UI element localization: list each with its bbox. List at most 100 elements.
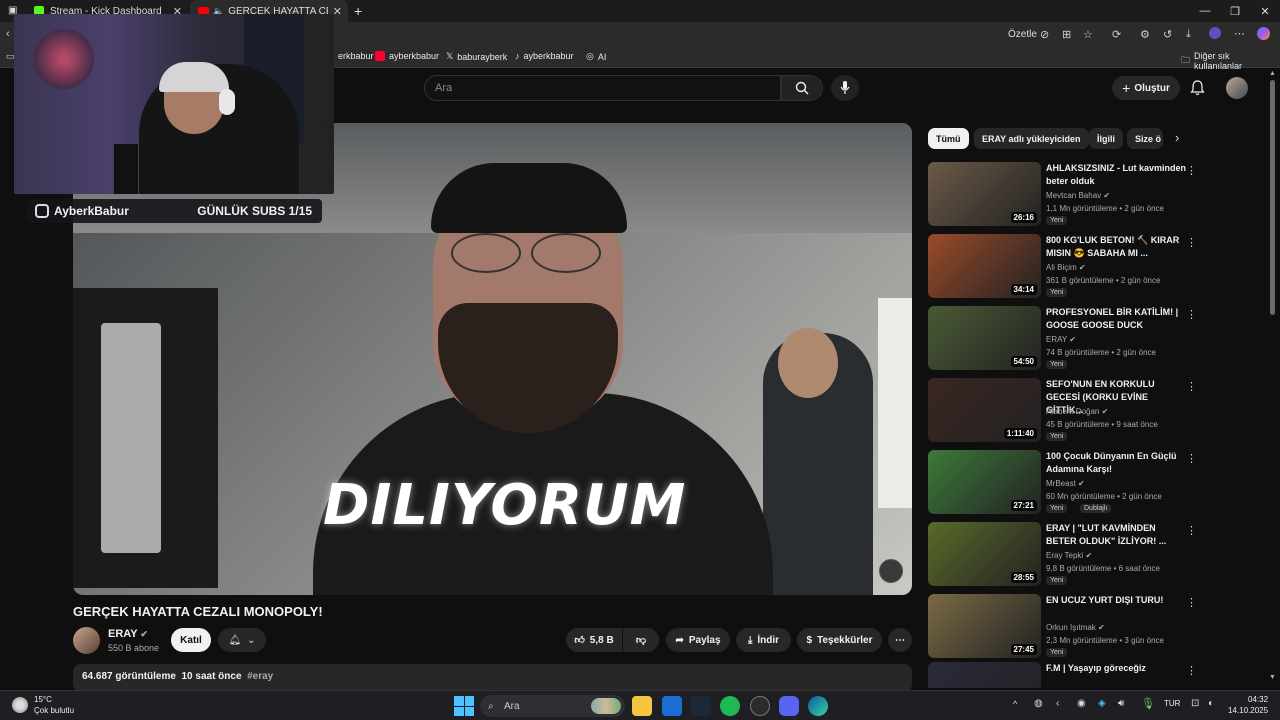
copilot-icon[interactable]: [1257, 27, 1270, 40]
suggestion-thumbnail[interactable]: 27:21: [928, 450, 1041, 514]
other-bookmarks[interactable]: 🗀 Diğer sık kullanılanlar: [1181, 51, 1280, 71]
search-button[interactable]: [781, 75, 823, 101]
profile-avatar-icon[interactable]: [1209, 27, 1221, 39]
suggestion-channel[interactable]: Eray Tepki ✔: [1046, 551, 1092, 560]
join-button[interactable]: Katıl: [171, 628, 211, 652]
close-icon[interactable]: ✕: [333, 5, 342, 18]
chip-from-uploader[interactable]: ERAY adlı yükleyiciden: [974, 128, 1089, 149]
like-button[interactable]: 👍︎ 5,8 B: [566, 628, 622, 652]
scroll-up-icon[interactable]: ▲: [1269, 70, 1276, 77]
tray-icon[interactable]: ◍: [1034, 698, 1043, 709]
suggestion-item[interactable]: 34:14 800 KG'LUK BETON! 🔨 KIRAR MISIN 😎 S…: [928, 234, 1268, 298]
suggestion-title[interactable]: ERAY | "LUT KAVMİNDEN BETER OLDUK" İZLİY…: [1046, 522, 1186, 548]
steam-icon[interactable]: [691, 696, 711, 716]
extensions-icon[interactable]: ⚙: [1140, 28, 1150, 41]
suggestion-thumbnail[interactable]: 34:14: [928, 234, 1041, 298]
suggestion-title[interactable]: AHLAKSIZSINIZ - Lut kavminden beter oldu…: [1046, 162, 1186, 188]
grid-icon[interactable]: ⊞: [1062, 28, 1071, 41]
taskbar-search[interactable]: ⌕ Ara: [480, 695, 625, 717]
minimize-icon[interactable]: —: [1188, 0, 1222, 22]
notifications-button[interactable]: [1190, 80, 1205, 101]
scrollbar-thumb[interactable]: [1270, 80, 1275, 315]
more-vert-icon[interactable]: ⋮: [1186, 524, 1197, 537]
suggestion-title[interactable]: EN UCUZ YURT DIŞI TURU!: [1046, 594, 1186, 607]
dislike-button[interactable]: 👎︎: [623, 628, 659, 652]
network-icon[interactable]: ⊡: [1191, 698, 1199, 709]
more-vert-icon[interactable]: ⋮: [1186, 380, 1197, 393]
restore-icon[interactable]: ❐: [1218, 0, 1252, 22]
clock[interactable]: 04:32 14.10.2025: [1228, 694, 1268, 716]
description-box[interactable]: 64.687 görüntüleme 10 saat önce #eray: [73, 664, 912, 692]
bookmark-item[interactable]: ayberkbabur: [375, 51, 439, 61]
channel-avatar[interactable]: [73, 627, 100, 654]
share-button[interactable]: ➦ Paylaş: [666, 628, 730, 652]
suggestion-item[interactable]: 26:16 AHLAKSIZSINIZ - Lut kavminden beter…: [928, 162, 1268, 226]
more-vert-icon[interactable]: ⋮: [1186, 308, 1197, 321]
voice-search-button[interactable]: [831, 75, 859, 101]
bookmark-item[interactable]: erkbabur: [338, 51, 374, 61]
chip-for-you[interactable]: Size ö: [1127, 128, 1163, 149]
suggestion-channel[interactable]: Ali Biçim ✔: [1046, 263, 1086, 272]
steam-tray-icon[interactable]: ◈: [1098, 698, 1106, 709]
bookmark-item[interactable]: 𝕏 baburayberk: [446, 51, 507, 62]
suggestion-thumbnail[interactable]: 26:16: [928, 162, 1041, 226]
more-vert-icon[interactable]: ⋮: [1186, 664, 1197, 677]
chevron-right-icon[interactable]: ›: [1175, 130, 1179, 145]
suggestion-thumbnail[interactable]: 1:11:40: [928, 378, 1041, 442]
suggestion-thumbnail[interactable]: [928, 662, 1041, 688]
download-button[interactable]: ⤓ İndir: [736, 628, 791, 652]
suggestion-channel[interactable]: Ataberk Doğan ✔: [1046, 407, 1108, 416]
more-icon[interactable]: ⋯: [1234, 27, 1245, 40]
suggestion-channel[interactable]: MrBeast ✔: [1046, 479, 1085, 488]
suggestion-item[interactable]: 54:50 PROFESYONEL BİR KATİLİM! | GOOSE GO…: [928, 306, 1268, 370]
new-tab-icon[interactable]: +: [354, 3, 362, 19]
reader-icon[interactable]: ⊘: [1040, 28, 1049, 41]
download-icon[interactable]: ⤓: [1186, 28, 1191, 41]
photos-icon[interactable]: [662, 696, 682, 716]
suggestion-title[interactable]: 800 KG'LUK BETON! 🔨 KIRAR MISIN 😎 SABAHA…: [1046, 234, 1186, 260]
chip-related[interactable]: İlgili: [1089, 128, 1123, 149]
language-indicator[interactable]: TUR: [1164, 699, 1180, 708]
microphone-icon[interactable]: 🎙︎: [1141, 697, 1155, 710]
suggestion-item[interactable]: 27:45 EN UCUZ YURT DIŞI TURU! Orkun Işıtma…: [928, 594, 1268, 658]
tray-chevron-icon[interactable]: ^: [1013, 699, 1017, 709]
suggestion-item[interactable]: F.M | Yaşayıp göreceğizMind Vorteks ✔⋮: [928, 662, 1268, 688]
channel-name[interactable]: ERAY ✔: [108, 628, 148, 640]
favorite-star-icon[interactable]: ☆: [1083, 28, 1093, 41]
create-button[interactable]: + Oluştur: [1112, 76, 1180, 100]
suggestion-title[interactable]: PROFESYONEL BİR KATİLİM! | GOOSE GOOSE D…: [1046, 306, 1186, 332]
channel-watermark[interactable]: [879, 559, 903, 583]
subscription-bell-button[interactable]: 🔔︎ ⌄: [218, 628, 266, 652]
close-window-icon[interactable]: ✕: [1248, 0, 1280, 22]
volume-icon[interactable]: 🔊︎: [1118, 698, 1124, 709]
suggestion-title[interactable]: 100 Çocuk Dünyanın En Güçlü Adamına Karş…: [1046, 450, 1186, 476]
suggestion-item[interactable]: 1:11:40 SEFO'NUN EN KORKULU GECESİ (KORKU…: [928, 378, 1268, 442]
weather-widget[interactable]: 15°C Çok bulutlu: [12, 694, 74, 716]
suggestion-item[interactable]: 27:21 100 Çocuk Dünyanın En Güçlü Adamına…: [928, 450, 1268, 514]
scroll-down-icon[interactable]: ▼: [1269, 674, 1276, 681]
chip-all[interactable]: Tümü: [928, 128, 969, 149]
profile-label[interactable]: Özetle: [1008, 29, 1037, 40]
bookmark-item[interactable]: ♪ ayberkbabur: [515, 51, 574, 61]
more-vert-icon[interactable]: ⋮: [1186, 236, 1197, 249]
suggestion-channel[interactable]: Orkun Işıtmak ✔: [1046, 623, 1105, 632]
suggestion-thumbnail[interactable]: 54:50: [928, 306, 1041, 370]
hashtag[interactable]: #eray: [247, 671, 273, 682]
suggestion-item[interactable]: 28:55 ERAY | "LUT KAVMİNDEN BETER OLDUK" …: [928, 522, 1268, 586]
suggestion-title[interactable]: F.M | Yaşayıp göreceğiz: [1046, 662, 1186, 675]
bookmark-item[interactable]: ◎ AI: [586, 51, 606, 62]
thanks-button[interactable]: $ Teşekkürler: [797, 628, 882, 652]
refresh-icon[interactable]: ⟳: [1112, 28, 1121, 41]
account-avatar[interactable]: [1226, 77, 1248, 99]
search-input[interactable]: Ara: [424, 75, 781, 101]
suggestion-channel[interactable]: ERAY ✔: [1046, 335, 1076, 344]
start-button[interactable]: [454, 696, 474, 716]
more-vert-icon[interactable]: ⋮: [1186, 596, 1197, 609]
suggestion-channel[interactable]: Mevtcan Bahav ✔: [1046, 191, 1110, 200]
more-vert-icon[interactable]: ⋮: [1186, 164, 1197, 177]
discord-icon[interactable]: [779, 696, 799, 716]
obs-icon[interactable]: [750, 696, 770, 716]
tray-icon[interactable]: ‹: [1056, 698, 1059, 709]
more-actions-button[interactable]: ⋯: [888, 628, 912, 652]
more-vert-icon[interactable]: ⋮: [1186, 452, 1197, 465]
